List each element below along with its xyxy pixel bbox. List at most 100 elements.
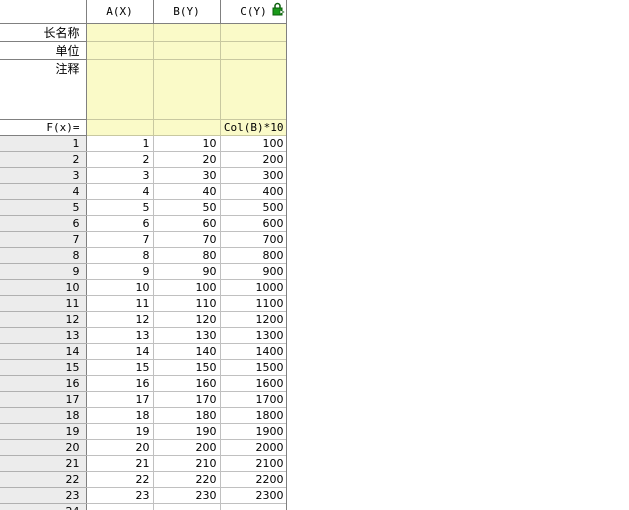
row-number[interactable]: 22 xyxy=(0,471,87,488)
cell-a[interactable] xyxy=(86,503,154,510)
cell-b[interactable]: 40 xyxy=(153,183,221,200)
cell-b[interactable]: 110 xyxy=(153,295,221,312)
cell-a[interactable]: 7 xyxy=(86,231,154,248)
cell-a[interactable]: 22 xyxy=(86,471,154,488)
row-number[interactable]: 1 xyxy=(0,135,87,152)
cell-a[interactable]: 2 xyxy=(86,151,154,168)
worksheet[interactable]: A(X) B(Y) C(Y) 长名称 单位 注释 F(x)= Col(B)*10… xyxy=(0,0,287,510)
cell-c[interactable]: 1700 xyxy=(220,391,286,408)
units-cell-a[interactable] xyxy=(86,41,154,60)
cell-c[interactable]: 1000 xyxy=(220,279,286,296)
comments-cell-a[interactable] xyxy=(86,59,154,120)
comments-cell-b[interactable] xyxy=(153,59,221,120)
row-number[interactable]: 4 xyxy=(0,183,87,200)
cell-b[interactable]: 10 xyxy=(153,135,221,152)
cell-b[interactable]: 60 xyxy=(153,215,221,232)
cell-b[interactable]: 140 xyxy=(153,343,221,360)
cell-a[interactable]: 12 xyxy=(86,311,154,328)
cell-c[interactable]: 1400 xyxy=(220,343,286,360)
cell-a[interactable]: 6 xyxy=(86,215,154,232)
row-number[interactable]: 16 xyxy=(0,375,87,392)
cell-b[interactable]: 30 xyxy=(153,167,221,184)
long-name-cell-b[interactable] xyxy=(153,23,221,42)
cell-b[interactable]: 100 xyxy=(153,279,221,296)
row-number[interactable]: 15 xyxy=(0,359,87,376)
cell-b[interactable]: 160 xyxy=(153,375,221,392)
cell-a[interactable]: 3 xyxy=(86,167,154,184)
cell-b[interactable]: 220 xyxy=(153,471,221,488)
formula-cell-a[interactable] xyxy=(86,119,154,136)
row-number[interactable]: 9 xyxy=(0,263,87,280)
cell-c[interactable] xyxy=(220,503,286,510)
cell-c[interactable]: 2100 xyxy=(220,455,286,472)
cell-b[interactable]: 130 xyxy=(153,327,221,344)
cell-c[interactable]: 200 xyxy=(220,151,286,168)
row-number[interactable]: 2 xyxy=(0,151,87,168)
column-header-b[interactable]: B(Y) xyxy=(153,0,221,24)
units-cell-c[interactable] xyxy=(220,41,286,60)
formula-cell-c[interactable]: Col(B)*10 xyxy=(220,119,286,136)
row-number[interactable]: 20 xyxy=(0,439,87,456)
cell-b[interactable]: 50 xyxy=(153,199,221,216)
row-number[interactable]: 17 xyxy=(0,391,87,408)
cell-c[interactable]: 1600 xyxy=(220,375,286,392)
cell-b[interactable]: 230 xyxy=(153,487,221,504)
cell-c[interactable]: 1200 xyxy=(220,311,286,328)
cell-a[interactable]: 8 xyxy=(86,247,154,264)
row-number[interactable]: 11 xyxy=(0,295,87,312)
cell-b[interactable]: 150 xyxy=(153,359,221,376)
cell-c[interactable]: 1900 xyxy=(220,423,286,440)
row-number[interactable]: 7 xyxy=(0,231,87,248)
cell-b[interactable]: 200 xyxy=(153,439,221,456)
row-number[interactable]: 14 xyxy=(0,343,87,360)
cell-a[interactable]: 23 xyxy=(86,487,154,504)
cell-c[interactable]: 300 xyxy=(220,167,286,184)
cell-b[interactable]: 90 xyxy=(153,263,221,280)
cell-a[interactable]: 18 xyxy=(86,407,154,424)
row-number[interactable]: 19 xyxy=(0,423,87,440)
cell-b[interactable]: 180 xyxy=(153,407,221,424)
cell-a[interactable]: 20 xyxy=(86,439,154,456)
cell-c[interactable]: 900 xyxy=(220,263,286,280)
long-name-cell-a[interactable] xyxy=(86,23,154,42)
row-number[interactable]: 12 xyxy=(0,311,87,328)
row-number[interactable]: 5 xyxy=(0,199,87,216)
cell-c[interactable]: 1500 xyxy=(220,359,286,376)
cell-b[interactable]: 20 xyxy=(153,151,221,168)
cell-c[interactable]: 100 xyxy=(220,135,286,152)
row-number[interactable]: 18 xyxy=(0,407,87,424)
cell-c[interactable]: 1100 xyxy=(220,295,286,312)
row-number[interactable]: 8 xyxy=(0,247,87,264)
row-number[interactable]: 21 xyxy=(0,455,87,472)
cell-c[interactable]: 600 xyxy=(220,215,286,232)
cell-b[interactable]: 70 xyxy=(153,231,221,248)
cell-c[interactable]: 400 xyxy=(220,183,286,200)
cell-c[interactable]: 2000 xyxy=(220,439,286,456)
comments-cell-c[interactable] xyxy=(220,59,286,120)
cell-a[interactable]: 16 xyxy=(86,375,154,392)
formula-cell-b[interactable] xyxy=(153,119,221,136)
cell-a[interactable]: 19 xyxy=(86,423,154,440)
cell-a[interactable]: 5 xyxy=(86,199,154,216)
cell-a[interactable]: 15 xyxy=(86,359,154,376)
long-name-cell-c[interactable] xyxy=(220,23,286,42)
cell-c[interactable]: 1800 xyxy=(220,407,286,424)
cell-a[interactable]: 4 xyxy=(86,183,154,200)
cell-a[interactable]: 17 xyxy=(86,391,154,408)
cell-b[interactable]: 80 xyxy=(153,247,221,264)
cell-c[interactable]: 2200 xyxy=(220,471,286,488)
cell-c[interactable]: 1300 xyxy=(220,327,286,344)
cell-c[interactable]: 700 xyxy=(220,231,286,248)
cell-c[interactable]: 800 xyxy=(220,247,286,264)
cell-b[interactable]: 210 xyxy=(153,455,221,472)
units-cell-b[interactable] xyxy=(153,41,221,60)
cell-a[interactable]: 21 xyxy=(86,455,154,472)
cell-a[interactable]: 13 xyxy=(86,327,154,344)
column-header-a[interactable]: A(X) xyxy=(86,0,154,24)
cell-b[interactable] xyxy=(153,503,221,510)
row-number[interactable]: 10 xyxy=(0,279,87,296)
cell-c[interactable]: 500 xyxy=(220,199,286,216)
cell-c[interactable]: 2300 xyxy=(220,487,286,504)
column-header-c[interactable]: C(Y) xyxy=(220,0,286,24)
row-number[interactable]: 13 xyxy=(0,327,87,344)
